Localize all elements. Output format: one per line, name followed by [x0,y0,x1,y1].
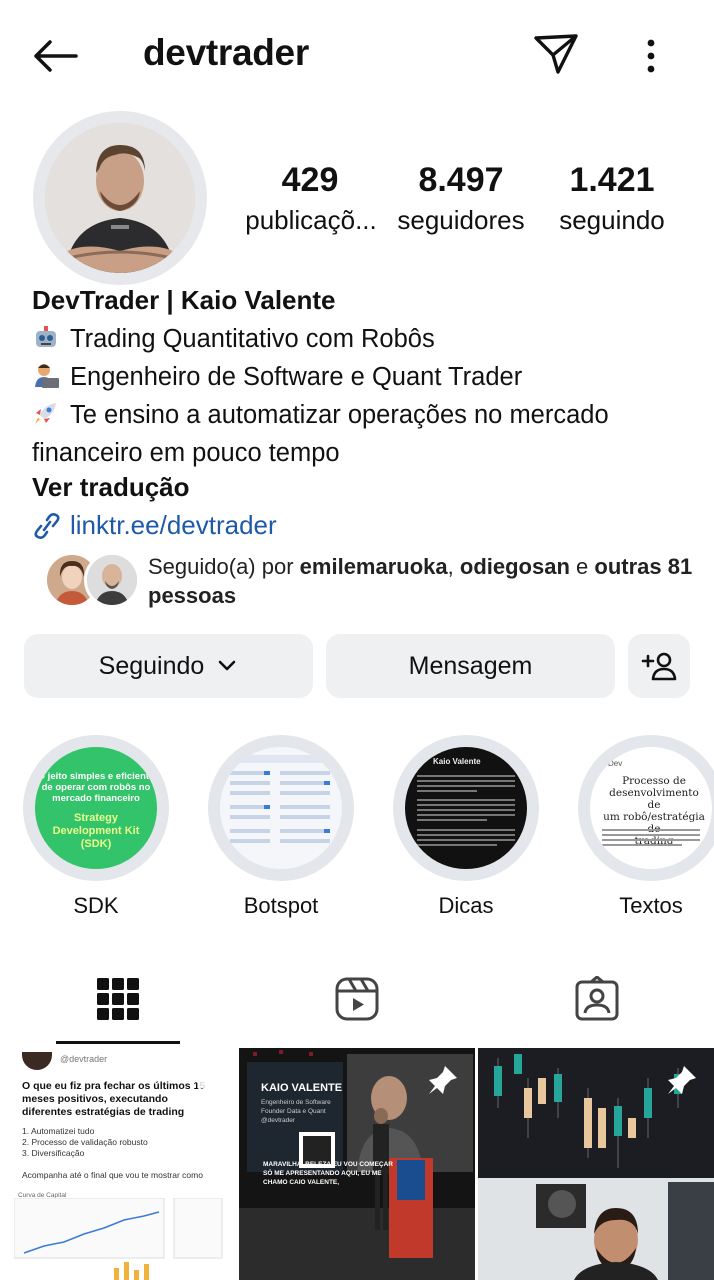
post-title: O que eu fiz pra fechar os últimos 15 me… [22,1080,206,1118]
see-translation-link[interactable]: Ver tradução [32,472,190,503]
highlight-label: Textos [619,893,683,918]
highlight-ring: O jeito simples e eficiente de operar co… [23,735,169,881]
sdk-cover-line: (SDK) [80,838,112,850]
highlight-label: Botspot [243,893,319,918]
bio-line-1: Trading Quantitativo com Robôs [70,325,435,353]
add-person-icon [641,652,677,681]
post-list-item: 2. Processo de validação robusto [22,1137,148,1147]
highlight-cover: Dev Processo de desenvolvimento de um ro… [590,747,712,869]
chevron-down-icon [219,660,236,671]
post-list: 1. Automatizei tudo 2. Processo de valid… [22,1126,148,1159]
slide-subtitle-line: @devtrader [261,1117,296,1124]
highlight-cover [220,747,342,869]
add-person-button[interactable] [628,634,690,698]
post-thumbnail[interactable]: @devtrader O que eu fiz pra fechar os úl… [0,1048,236,1280]
followed-by-and: e [576,554,589,579]
highlight-sdk[interactable]: O jeito simples e eficiente de operar co… [21,735,171,919]
bio-line-2: Engenheiro de Software e Quant Trader [70,363,523,391]
pin-icon [194,1066,222,1094]
avatar[interactable] [33,111,207,285]
post-chart [14,1198,223,1280]
slide-title: KAIO VALENTE [261,1082,343,1094]
posts-count: 429 [281,161,339,199]
follower-name[interactable]: odiegosan [460,554,570,579]
pin-icon [429,1066,457,1094]
post-thumbnail[interactable] [478,1048,714,1280]
follower-name[interactable]: emilemaruoka [300,554,448,579]
profile-link-text: linktr.ee/devtrader [70,510,277,540]
followed-by-prefix: Seguido(a) por [148,554,294,579]
more-vertical-icon[interactable] [636,36,666,76]
sdk-cover-line: Strategy [73,812,119,824]
technologist-emoji-icon [35,364,59,388]
highlight-cover: O jeito simples e eficiente de operar co… [35,747,157,869]
profile-tabs [0,960,714,1046]
follower-avatar [84,552,140,608]
post-thumbnail[interactable]: KAIO VALENTE Engenheiro de Software Foun… [239,1048,475,1280]
arrow-left-icon[interactable] [30,36,80,76]
highlight-ring: Kaio Valente [393,735,539,881]
dashboard-thumbnail [226,755,336,843]
top-bar: devtrader [0,0,714,110]
highlight-ring [208,735,354,881]
followers-stat[interactable]: 8.497 seguidores [392,160,530,240]
active-tab-indicator [56,1041,180,1044]
avatar-photo [45,123,195,273]
link-icon [34,513,60,539]
post-list-item: 1. Automatizei tudo [22,1126,95,1136]
sdk-cover-text: O jeito simples e eficiente de operar co… [35,747,157,851]
post-caption: MARAVILHA, BELEZA EU VOU COMEÇAR SÓ ME A… [263,1161,393,1186]
post-list-item: 3. Diversificação [22,1148,85,1158]
followers-label: seguidores [397,205,525,235]
profile-link[interactable]: linktr.ee/devtrader [32,510,277,541]
following-stat[interactable]: 1.421 seguindo [548,160,676,240]
send-icon[interactable] [530,30,582,78]
profile-username: devtrader [143,32,309,73]
following-label: seguindo [559,205,665,235]
highlight-textos[interactable]: Dev Processo de desenvolvimento de um ro… [576,735,714,919]
pin-icon [668,1066,696,1094]
post-author-avatar [22,1052,52,1070]
following-button-label: Seguindo [98,651,205,680]
highlight-label: Dicas [438,893,494,918]
dicas-cover-title: Kaio Valente [433,757,481,766]
rocket-emoji-icon [35,403,56,424]
tagged-icon[interactable] [574,976,620,1022]
message-button[interactable]: Mensagem [326,634,615,698]
bio-line-3: Te ensino a automatizar operações no mer… [70,401,609,429]
bio-line-4: financeiro em pouco tempo [32,439,340,467]
grid-icon[interactable] [97,978,139,1020]
sdk-cover-line: mercado financeiro [52,793,140,804]
highlight-label: SDK [73,893,119,918]
followed-by-text: Seguido(a) por emilemaruoka, odiegosan e… [148,552,708,610]
bio-line: Engenheiro de Software e Quant Trader [32,358,522,396]
posts-stat[interactable]: 429 [255,160,365,200]
slide-subtitle: Engenheiro de Software Founder Data e Qu… [261,1098,331,1125]
posts-label: publicaçõ... [245,205,377,235]
robot-emoji-icon [36,326,56,347]
followers-count: 8.497 [418,161,504,199]
bio-line: Trading Quantitativo com Robôs [32,320,435,358]
display-name: DevTrader | Kaio Valente [32,285,336,315]
message-button-label: Mensagem [408,651,533,680]
textos-lines [602,829,700,846]
highlight-dicas[interactable]: Kaio Valente Dicas [391,735,541,919]
followed-by[interactable]: Seguido(a) por emilemaruoka, odiegosan e… [44,552,694,612]
slide-subtitle-line: Founder Data e Quant [261,1108,326,1115]
sdk-cover-line: Development Kit [52,825,140,837]
sdk-cover-line: O jeito simples e eficiente [37,771,155,782]
sdk-cover-line: de operar com robôs no [41,782,151,793]
reels-icon[interactable] [334,976,380,1022]
following-count: 1.421 [569,161,655,199]
bio-line: Te ensino a automatizar operações no mer… [32,396,609,434]
highlight-ring: Dev Processo de desenvolvimento de um ro… [578,735,714,881]
highlight-botspot[interactable]: Botspot [206,735,356,919]
post-footer: Acompanha até o final que vou te mostrar… [22,1170,203,1180]
posts-stat-label: publicaçõ... [236,200,386,240]
slide-subtitle-line: Engenheiro de Software [261,1099,331,1106]
followed-by-separator: , [447,554,454,579]
following-button[interactable]: Seguindo [24,634,313,698]
highlight-cover: Kaio Valente [405,747,527,869]
post-handle: @devtrader [60,1054,108,1064]
